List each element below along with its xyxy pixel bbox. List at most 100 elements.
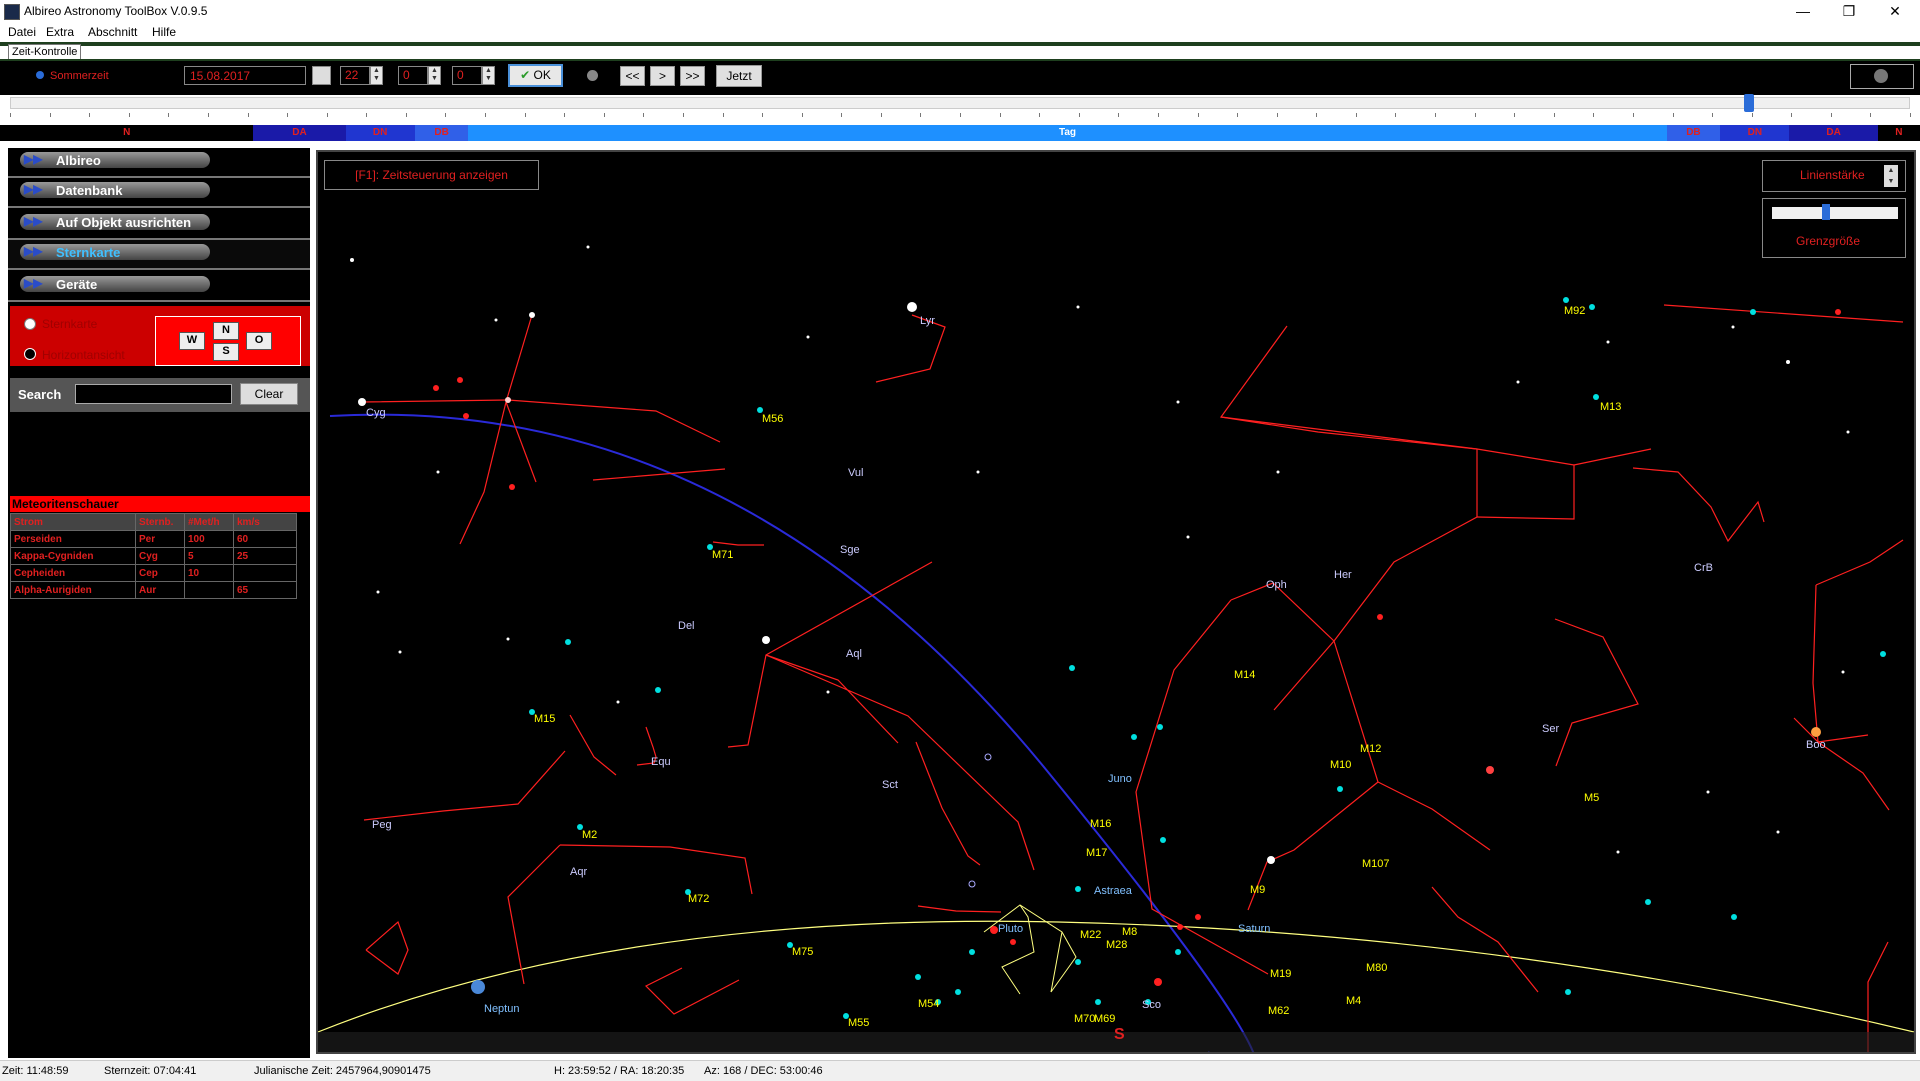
ecliptic-line <box>318 920 1914 1033</box>
time-slider-thumb[interactable] <box>1743 94 1754 112</box>
label-planet: Astraea <box>1094 885 1133 897</box>
ser-line <box>1554 618 1639 767</box>
ok-button[interactable]: ✔ OK <box>508 64 563 87</box>
slider-tick <box>1712 113 1714 117</box>
label-messier: M62 <box>1268 1005 1289 1017</box>
line-width-stepper[interactable]: ▲ ▼ <box>1884 165 1898 187</box>
compass-west-button[interactable]: W <box>179 332 205 350</box>
sidebar-item-datenbank[interactable]: ▶▶ Datenbank <box>8 178 310 208</box>
day-band-segment: DN <box>345 125 415 141</box>
aqr-line <box>559 844 753 895</box>
slider-tick <box>1316 113 1318 117</box>
deep-sky-objects <box>529 297 1886 1019</box>
record-dot-icon[interactable] <box>587 70 598 81</box>
aql-line <box>765 654 1035 871</box>
slider-tick <box>762 113 764 117</box>
column-header[interactable]: km/s <box>233 513 297 531</box>
label-constellation: Sct <box>882 779 898 791</box>
slider-tick <box>326 113 328 117</box>
hour-input[interactable]: 22 <box>340 66 370 85</box>
compass-east-button[interactable]: O <box>246 332 272 350</box>
menu-hilfe[interactable]: Hilfe <box>152 25 176 39</box>
minute-stepper[interactable]: ▲ ▼ <box>428 66 441 85</box>
toggle-time-control-button[interactable]: [F1]: Zeitsteuerung anzeigen <box>324 160 539 190</box>
menu-abschnitt[interactable]: Abschnitt <box>88 25 137 39</box>
label-messier: M71 <box>712 549 733 561</box>
search-input[interactable] <box>75 384 232 404</box>
limit-magnitude-thumb[interactable] <box>1822 204 1831 220</box>
sct-line <box>917 905 1002 913</box>
cluster-m69 <box>955 989 961 995</box>
arrow-icon: ▶▶ <box>24 152 43 166</box>
radio-sternkarte[interactable] <box>24 318 36 330</box>
slider-tick <box>524 113 526 117</box>
back-fast-button[interactable]: << <box>620 66 645 86</box>
cell: 100 <box>184 530 234 548</box>
table-row[interactable]: Perseiden Per 100 60 <box>10 530 297 548</box>
forward-button[interactable]: > <box>650 66 675 86</box>
hour-stepper[interactable]: ▲ ▼ <box>370 66 383 85</box>
compass-north-button[interactable]: N <box>213 322 239 340</box>
star <box>398 650 402 654</box>
label-messier: M16 <box>1090 818 1111 830</box>
cluster <box>1565 989 1571 995</box>
close-button[interactable]: ✕ <box>1872 0 1918 22</box>
label-planet: Pluto <box>998 923 1023 935</box>
star-map[interactable]: Lyr Cyg Vul Sge Del Aql Equ Peg Aqr Oph … <box>316 150 1916 1054</box>
label-constellation: Boo <box>1806 739 1826 751</box>
limit-magnitude-slider[interactable] <box>1772 207 1898 219</box>
date-input[interactable]: 15.08.2017 <box>184 66 306 85</box>
sidebar-item-ausrichten[interactable]: ▶▶ Auf Objekt ausrichten <box>8 210 310 240</box>
radio-horizontansicht[interactable] <box>24 348 36 360</box>
star <box>976 470 980 474</box>
sommerzeit-indicator[interactable] <box>36 71 44 79</box>
cluster-m54 <box>915 974 921 980</box>
label-constellation: Oph <box>1266 579 1287 591</box>
sidebar-item-geraete[interactable]: ▶▶ Geräte <box>8 272 310 302</box>
second-stepper[interactable]: ▲ ▼ <box>482 66 495 85</box>
sidebar-item-albireo[interactable]: ▶▶ Albireo <box>8 148 310 178</box>
aqr-line <box>507 844 561 985</box>
sidebar-item-sternkarte[interactable]: ▶▶ Sternkarte <box>8 240 310 270</box>
cyg-line <box>505 401 537 483</box>
clear-button[interactable]: Clear <box>240 383 298 405</box>
cluster <box>1731 914 1737 920</box>
column-header[interactable]: Strom <box>10 513 136 531</box>
menu-datei[interactable]: Datei <box>8 25 36 39</box>
time-slider[interactable] <box>10 97 1910 109</box>
star <box>1276 470 1280 474</box>
cell <box>184 581 234 599</box>
slider-tick <box>168 113 170 117</box>
star <box>376 590 380 594</box>
now-button[interactable]: Jetzt <box>716 65 762 87</box>
arrow-icon: ▶▶ <box>24 276 43 290</box>
label-constellation: Sge <box>840 544 860 556</box>
label-constellation: Vul <box>848 467 864 479</box>
column-header[interactable]: Sternb. <box>135 513 185 531</box>
label-constellation: Lyr <box>920 315 935 327</box>
slider-tick <box>682 113 684 117</box>
slider-tick <box>960 113 961 117</box>
calendar-button[interactable] <box>312 66 331 85</box>
minimize-button[interactable]: — <box>1780 0 1826 22</box>
label-constellation: Aql <box>846 648 862 660</box>
maximize-button[interactable]: ❐ <box>1826 0 1872 22</box>
planet-saturn <box>1267 856 1275 864</box>
menu-extra[interactable]: Extra <box>46 25 74 39</box>
cluster-m5 <box>1337 786 1343 792</box>
minute-input[interactable]: 0 <box>398 66 428 85</box>
second-input[interactable]: 0 <box>452 66 482 85</box>
forward-fast-button[interactable]: >> <box>680 66 705 86</box>
slider-tick <box>880 113 882 117</box>
column-header[interactable]: #Met/h <box>184 513 234 531</box>
app-icon <box>4 4 20 20</box>
compass-south-button[interactable]: S <box>213 343 239 361</box>
slider-tick <box>801 113 803 117</box>
table-row[interactable]: Kappa-Cygniden Cyg 5 25 <box>10 547 297 565</box>
table-row[interactable]: Alpha-Aurigiden Aur 65 <box>10 581 297 599</box>
table-row[interactable]: Cepheiden Cep 10 <box>10 564 297 582</box>
meteor-showers-title: Meteoritenschauer <box>10 496 310 512</box>
slider-tick <box>1157 113 1159 117</box>
left-panel: ▶▶ Albireo ▶▶ Datenbank ▶▶ Auf Objekt ausri… <box>8 148 310 1058</box>
label-messier: M19 <box>1270 968 1291 980</box>
